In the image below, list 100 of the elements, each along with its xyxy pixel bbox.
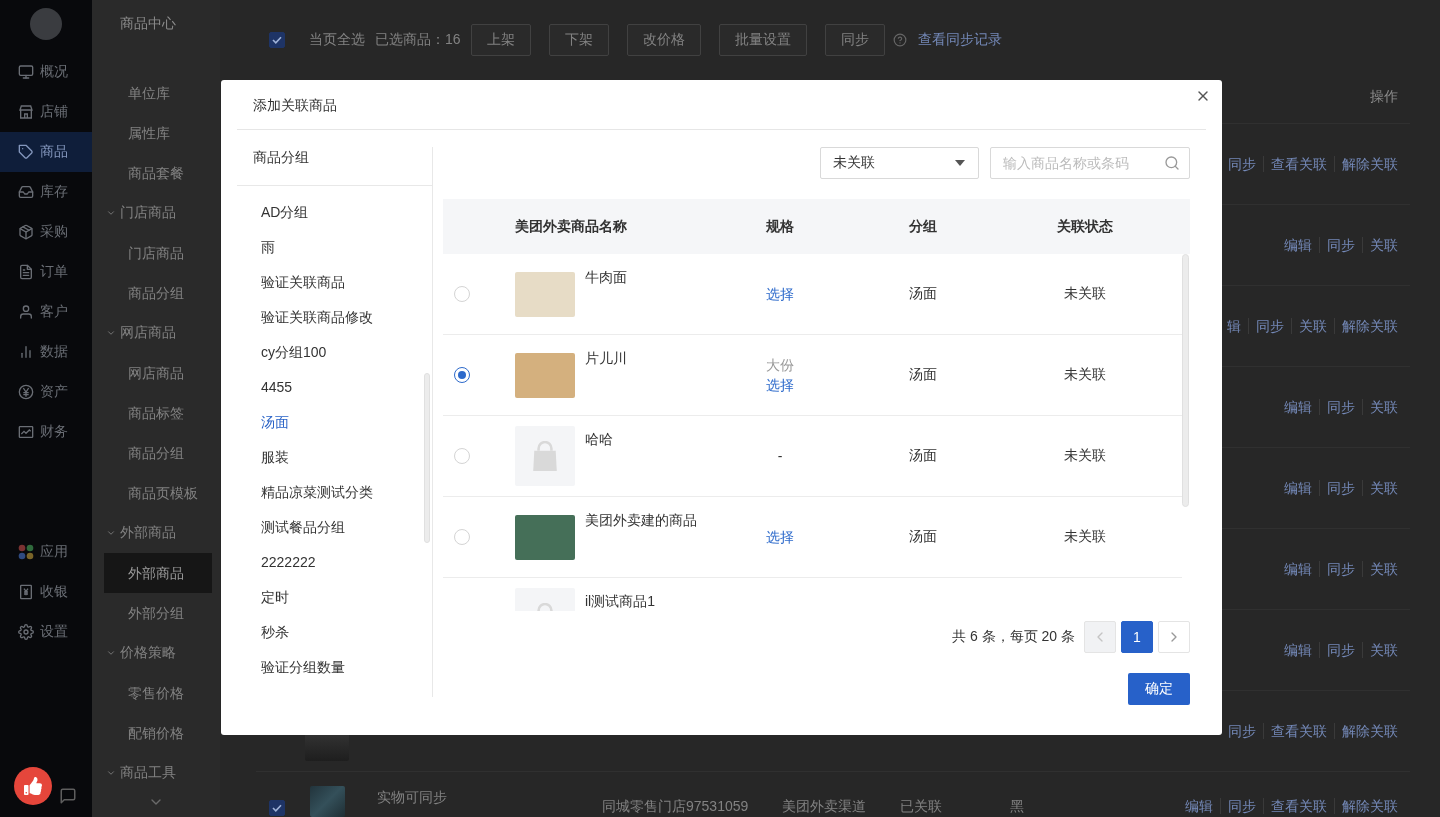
scrollbar-thumb[interactable]	[1182, 254, 1189, 507]
group-item[interactable]: 雨	[237, 230, 424, 265]
nav-item[interactable]: 店铺	[0, 92, 92, 132]
row-action-link[interactable]: 查看关联	[1263, 723, 1334, 739]
group-item[interactable]: 4455	[237, 370, 424, 405]
row-action-link[interactable]: 关联	[1362, 237, 1398, 253]
row-action-link[interactable]: 辑	[1227, 318, 1248, 334]
receipt-icon	[18, 584, 34, 600]
row-action-link[interactable]: 关联	[1362, 642, 1398, 658]
product-name: 美团外卖建的商品	[585, 511, 697, 530]
row-action-link[interactable]: 同步	[1319, 399, 1362, 415]
nav-item[interactable]: 资产	[0, 372, 92, 412]
group-item[interactable]: 精品凉菜测试分类	[237, 475, 424, 510]
subnav-item[interactable]: 商品标签	[104, 393, 212, 433]
column-header: 美团外卖商品名称	[515, 217, 627, 236]
row-action-link[interactable]: 关联	[1291, 318, 1334, 334]
subnav-item[interactable]: 商品分组	[104, 273, 212, 313]
nav-item[interactable]: 商品	[0, 132, 92, 172]
group-item[interactable]: 2222222	[237, 545, 424, 580]
subnav-item[interactable]: 外部商品	[104, 553, 212, 593]
subnav-item[interactable]: 门店商品	[104, 233, 212, 273]
nav-group-header[interactable]: 门店商品	[92, 193, 220, 233]
subnav-item[interactable]: 零售价格	[104, 673, 212, 713]
group-item[interactable]: 秒杀	[237, 615, 424, 650]
row-action-link[interactable]: 同步	[1319, 237, 1362, 253]
row-action-link[interactable]: 解除关联	[1334, 156, 1398, 172]
row-action-link[interactable]: 关联	[1362, 480, 1398, 496]
select-link[interactable]: 选择	[766, 375, 794, 395]
like-button[interactable]	[14, 767, 52, 805]
nav-item[interactable]: 采购	[0, 212, 92, 252]
nav-group-header[interactable]: 商品工具	[92, 753, 220, 787]
row-action-link[interactable]: 同步	[1220, 798, 1263, 814]
row-action-link[interactable]: 同步	[1319, 561, 1362, 577]
nav-item[interactable]: 订单	[0, 252, 92, 292]
subnav-item[interactable]: 商品页模板	[104, 473, 212, 513]
confirm-button[interactable]: 确定	[1128, 673, 1190, 705]
group-item[interactable]: AD分组	[237, 195, 424, 230]
toolbar-button[interactable]: 上架	[470, 24, 531, 56]
group-item[interactable]: 汤面	[237, 405, 424, 440]
row-action-link[interactable]: 编辑	[1185, 798, 1220, 814]
select-link[interactable]: 选择	[766, 527, 794, 547]
subnav-item[interactable]: 商品套餐	[104, 153, 212, 193]
toolbar-button[interactable]: 下架	[548, 24, 609, 56]
select-link[interactable]: 选择	[766, 284, 794, 304]
chat-icon[interactable]	[59, 787, 77, 805]
group-item[interactable]: cy分组100	[237, 335, 424, 370]
nav-item[interactable]: 客户	[0, 292, 92, 332]
nav-item[interactable]: 财务	[0, 412, 92, 452]
row-action-link[interactable]: 同步	[1319, 480, 1362, 496]
search-field[interactable]: 输入商品名称或条码	[990, 147, 1190, 179]
row-action-link[interactable]: 编辑	[1284, 237, 1319, 253]
toolbar-button[interactable]: 同步	[824, 24, 885, 56]
row-action-link[interactable]: 编辑	[1284, 642, 1319, 658]
scrollbar-thumb[interactable]	[424, 373, 430, 543]
toolbar-button[interactable]: 改价格	[626, 24, 701, 56]
row-action-link[interactable]: 解除关联	[1334, 798, 1398, 814]
nav-group-header[interactable]: 价格策略	[92, 633, 220, 673]
subnav-item[interactable]: 网店商品	[104, 353, 212, 393]
nav-item[interactable]: 应用	[0, 532, 92, 572]
row-action-link[interactable]: 同步	[1248, 318, 1291, 334]
group-item[interactable]: 验证分组数量	[237, 650, 424, 685]
group-item[interactable]: 服装	[237, 440, 424, 475]
nav-item[interactable]: 数据	[0, 332, 92, 372]
help-icon[interactable]	[892, 33, 907, 47]
row-action-link[interactable]: 编辑	[1284, 561, 1319, 577]
table-cell: 未关联	[1064, 447, 1106, 465]
nav-item[interactable]: 设置	[0, 612, 92, 652]
row-action-link[interactable]: 查看关联	[1263, 798, 1334, 814]
status-select[interactable]: 未关联	[820, 147, 979, 179]
nav-group-header[interactable]: 网店商品	[92, 313, 220, 353]
row-action-link[interactable]: 关联	[1362, 399, 1398, 415]
row-action-link[interactable]: 解除关联	[1334, 723, 1398, 739]
group-item[interactable]: 定时	[237, 580, 424, 615]
next-page-button[interactable]	[1158, 621, 1190, 653]
nav-item[interactable]: 库存	[0, 172, 92, 212]
page-button[interactable]: 1	[1121, 621, 1153, 653]
subnav-item[interactable]: 商品分组	[104, 433, 212, 473]
row-action-link[interactable]: 关联	[1362, 561, 1398, 577]
row-action-link[interactable]: 同步	[1228, 156, 1263, 172]
toolbar-button[interactable]: 批量设置	[718, 24, 807, 56]
row-action-link[interactable]: 解除关联	[1334, 318, 1398, 334]
row-action-link[interactable]: 编辑	[1284, 480, 1319, 496]
subnav-item[interactable]: 配销价格	[104, 713, 212, 753]
group-item[interactable]: 验证关联商品修改	[237, 300, 424, 335]
subnav-item[interactable]: 属性库	[104, 113, 212, 153]
subnav-item[interactable]: 单位库	[104, 73, 212, 113]
nav-item[interactable]: 收银	[0, 572, 92, 612]
row-action-link[interactable]: 同步	[1319, 642, 1362, 658]
nav-item[interactable]: 概况	[0, 52, 92, 92]
row-action-link[interactable]: 查看关联	[1263, 156, 1334, 172]
group-item[interactable]: 测试餐品分组	[237, 510, 424, 545]
sync-log-link[interactable]: 查看同步记录	[917, 31, 1002, 49]
select-all-checkbox[interactable]	[269, 32, 285, 48]
subnav-item[interactable]: 外部分组	[104, 593, 212, 633]
group-item[interactable]: 验证关联商品	[237, 265, 424, 300]
row-action-link[interactable]: 编辑	[1284, 399, 1319, 415]
row-checkbox[interactable]	[269, 800, 285, 816]
search-icon[interactable]	[1164, 155, 1180, 171]
row-action-link[interactable]: 同步	[1228, 723, 1263, 739]
nav-group-header[interactable]: 外部商品	[92, 513, 220, 553]
